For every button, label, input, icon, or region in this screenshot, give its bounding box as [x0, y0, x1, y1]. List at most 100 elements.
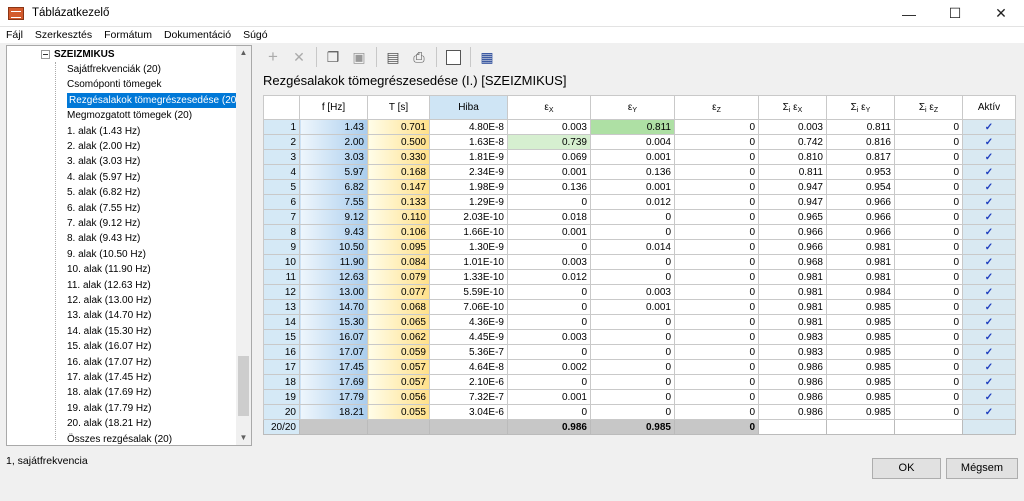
row-number[interactable]: 4: [263, 164, 300, 180]
tree-item[interactable]: Csomóponti tömegek: [67, 77, 162, 92]
active-checkbox[interactable]: ✓: [962, 179, 1016, 195]
ex-cell[interactable]: 0: [507, 239, 591, 255]
ey-cell[interactable]: 0.001: [590, 149, 675, 165]
ex-cell[interactable]: 0.003: [507, 119, 591, 135]
freq-cell[interactable]: 18.21: [299, 404, 368, 420]
menu-documentation[interactable]: Dokumentáció: [158, 29, 237, 41]
menu-file[interactable]: Fájl: [0, 29, 29, 41]
sum-ez-cell[interactable]: 0: [894, 224, 963, 240]
ey-cell[interactable]: 0: [590, 359, 675, 375]
sum-ex-cell[interactable]: 0.742: [758, 134, 827, 150]
ez-cell[interactable]: 0: [674, 119, 759, 135]
paste-icon[interactable]: ▣: [348, 46, 370, 68]
ez-cell[interactable]: 0: [674, 239, 759, 255]
active-checkbox[interactable]: ✓: [962, 389, 1016, 405]
table-row[interactable]: 20 18.21 0.055 3.04E-6 0 0 0 0.986 0.985 0 ✓: [263, 404, 1016, 420]
ez-cell[interactable]: 0: [674, 284, 759, 300]
header-error[interactable]: Hiba: [429, 95, 508, 120]
active-checkbox[interactable]: ✓: [962, 299, 1016, 315]
error-cell[interactable]: 1.29E-9: [429, 194, 508, 210]
ez-cell[interactable]: 0: [674, 254, 759, 270]
tree-item[interactable]: 18. alak (17.69 Hz): [67, 385, 152, 400]
sum-ex-cell[interactable]: 0.003: [758, 119, 827, 135]
sum-ez-cell[interactable]: 0: [894, 209, 963, 225]
tree-item[interactable]: 5. alak (6.82 Hz): [67, 185, 140, 200]
table-row[interactable]: 7 9.12 0.110 2.03E-10 0.018 0 0 0.965 0.966 0 ✓: [263, 209, 1016, 225]
sum-ez-cell[interactable]: 0: [894, 299, 963, 315]
ez-cell[interactable]: 0: [674, 404, 759, 420]
period-cell[interactable]: 0.057: [367, 359, 430, 375]
table-row[interactable]: 12 13.00 0.077 5.59E-10 0 0.003 0 0.981 0.984 0 ✓: [263, 284, 1016, 300]
ex-cell[interactable]: 0.003: [507, 254, 591, 270]
sum-ey-cell[interactable]: 0.954: [826, 179, 895, 195]
period-cell[interactable]: 0.084: [367, 254, 430, 270]
ex-cell[interactable]: 0: [507, 374, 591, 390]
sum-ez-cell[interactable]: 0: [894, 314, 963, 330]
error-cell[interactable]: 2.10E-6: [429, 374, 508, 390]
sum-ez-cell[interactable]: 0: [894, 134, 963, 150]
sum-ex-cell[interactable]: 0.981: [758, 314, 827, 330]
freq-cell[interactable]: 13.00: [299, 284, 368, 300]
ez-cell[interactable]: 0: [674, 149, 759, 165]
freq-cell[interactable]: 17.69: [299, 374, 368, 390]
error-cell[interactable]: 2.03E-10: [429, 209, 508, 225]
ez-cell[interactable]: 0: [674, 179, 759, 195]
ey-cell[interactable]: 0: [590, 374, 675, 390]
ex-cell[interactable]: 0.003: [507, 329, 591, 345]
tree-root[interactable]: SZEIZMIKUS: [54, 47, 115, 62]
sum-ey-cell[interactable]: 0.984: [826, 284, 895, 300]
freq-cell[interactable]: 10.50: [299, 239, 368, 255]
period-cell[interactable]: 0.065: [367, 314, 430, 330]
sum-ez-cell[interactable]: 0: [894, 344, 963, 360]
tree-item[interactable]: 20. alak (18.21 Hz): [67, 416, 152, 431]
sum-ey-cell[interactable]: 0.985: [826, 404, 895, 420]
period-cell[interactable]: 0.062: [367, 329, 430, 345]
ey-cell[interactable]: 0.136: [590, 164, 675, 180]
freq-cell[interactable]: 9.43: [299, 224, 368, 240]
row-number[interactable]: 7: [263, 209, 300, 225]
table-row[interactable]: 2 2.00 0.500 1.63E-8 0.739 0.004 0 0.742 0.816 0 ✓: [263, 134, 1016, 150]
table-row[interactable]: 15 16.07 0.062 4.45E-9 0.003 0 0 0.983 0.985 0 ✓: [263, 329, 1016, 345]
header-freq[interactable]: f [Hz]: [299, 95, 368, 120]
table-row[interactable]: 11 12.63 0.079 1.33E-10 0.012 0 0 0.981 0.981 0 ✓: [263, 269, 1016, 285]
header-ey[interactable]: εY: [590, 95, 675, 120]
sum-ey-cell[interactable]: 0.981: [826, 254, 895, 270]
ex-cell[interactable]: 0: [507, 404, 591, 420]
ex-cell[interactable]: 0: [507, 314, 591, 330]
sum-ey-cell[interactable]: 0.811: [826, 119, 895, 135]
sum-ey-cell[interactable]: 0.966: [826, 194, 895, 210]
sum-ex-cell[interactable]: 0.983: [758, 344, 827, 360]
header-ez[interactable]: εZ: [674, 95, 759, 120]
active-checkbox[interactable]: ✓: [962, 134, 1016, 150]
error-cell[interactable]: 4.36E-9: [429, 314, 508, 330]
table-row[interactable]: 5 6.82 0.147 1.98E-9 0.136 0.001 0 0.947 0.954 0 ✓: [263, 179, 1016, 195]
tree-item[interactable]: 17. alak (17.45 Hz): [67, 370, 152, 385]
row-number[interactable]: 12: [263, 284, 300, 300]
minimize-button[interactable]: —: [886, 0, 932, 27]
ey-cell[interactable]: 0.003: [590, 284, 675, 300]
period-cell[interactable]: 0.068: [367, 299, 430, 315]
menu-help[interactable]: Súgó: [237, 29, 274, 41]
ez-cell[interactable]: 0: [674, 209, 759, 225]
ey-cell[interactable]: 0.004: [590, 134, 675, 150]
period-cell[interactable]: 0.106: [367, 224, 430, 240]
freq-cell[interactable]: 1.43: [299, 119, 368, 135]
sum-ez-cell[interactable]: 0: [894, 359, 963, 375]
sum-ez-cell[interactable]: 0: [894, 374, 963, 390]
ey-cell[interactable]: 0.001: [590, 299, 675, 315]
table-row[interactable]: 3 3.03 0.330 1.81E-9 0.069 0.001 0 0.810 0.817 0 ✓: [263, 149, 1016, 165]
sum-ez-cell[interactable]: 0: [894, 149, 963, 165]
active-checkbox[interactable]: ✓: [962, 194, 1016, 210]
error-cell[interactable]: 1.98E-9: [429, 179, 508, 195]
ey-cell[interactable]: 0.012: [590, 194, 675, 210]
freq-cell[interactable]: 2.00: [299, 134, 368, 150]
row-number[interactable]: 14: [263, 314, 300, 330]
sum-ey-cell[interactable]: 0.985: [826, 389, 895, 405]
active-checkbox[interactable]: ✓: [962, 344, 1016, 360]
table-row[interactable]: 4 5.97 0.168 2.34E-9 0.001 0.136 0 0.811 0.953 0 ✓: [263, 164, 1016, 180]
freq-cell[interactable]: 3.03: [299, 149, 368, 165]
sum-ex-cell[interactable]: 0.966: [758, 239, 827, 255]
ex-cell[interactable]: 0.069: [507, 149, 591, 165]
table-row[interactable]: 10 11.90 0.084 1.01E-10 0.003 0 0 0.968 0.981 0 ✓: [263, 254, 1016, 270]
sum-ex-cell[interactable]: 0.986: [758, 359, 827, 375]
